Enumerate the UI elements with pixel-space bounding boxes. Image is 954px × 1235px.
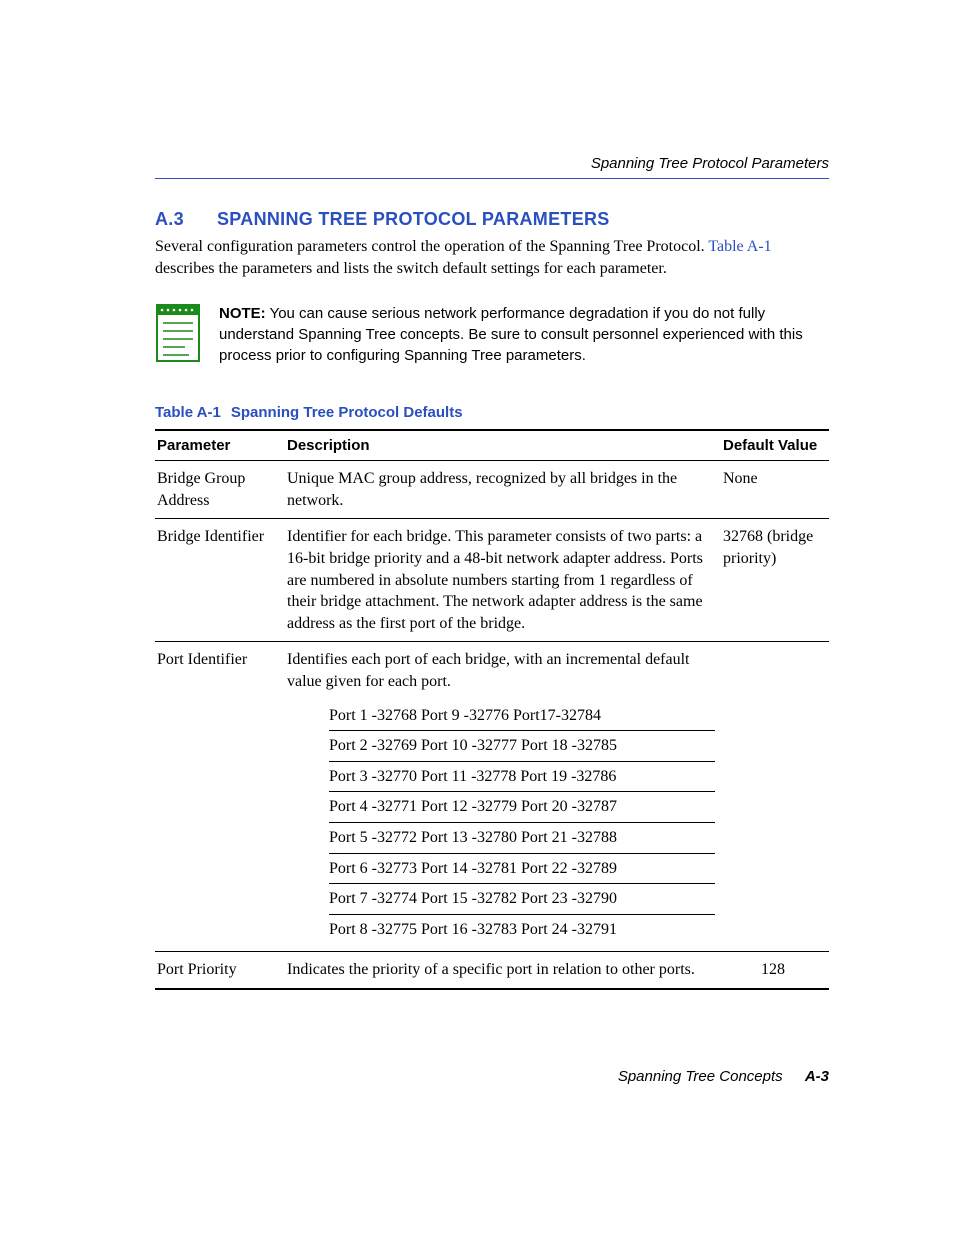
th-default-value: Default Value [721,430,829,461]
note-text: NOTE: You can cause serious network perf… [219,303,829,366]
defaults-table: Parameter Description Default Value Brid… [155,429,829,990]
footer-page: A-3 [805,1068,829,1085]
table-row: Bridge Group Address Unique MAC group ad… [155,461,829,519]
cell-param: Bridge Identifier [155,519,285,642]
cell-desc-text: Identifies each port of each bridge, wit… [287,649,715,692]
header-rule [155,178,829,179]
table-title-text: Spanning Tree Protocol Defaults [231,404,463,421]
cell-def: 128 [721,952,829,989]
intro-paragraph: Several configuration parameters control… [155,236,829,279]
port-line: Port 1 -32768 Port 9 -32776 Port17-32784 [329,693,715,731]
table-row: Port Identifier Identifies each port of … [155,642,829,952]
cell-param: Port Identifier [155,642,285,952]
note-block: NOTE: You can cause serious network perf… [155,303,829,368]
intro-text-before: Several configuration parameters control… [155,238,708,255]
table-caption: Table A-1 Spanning Tree Protocol Defaults [155,404,829,421]
cell-def: None [721,461,829,519]
footer-title: Spanning Tree Concepts [618,1068,783,1085]
cell-desc: Unique MAC group address, recognized by … [285,461,721,519]
port-line: Port 2 -32769 Port 10 -32777 Port 18 -32… [329,730,715,761]
page-footer: Spanning Tree Concepts A-3 [618,1068,829,1085]
table-row: Port Priority Indicates the priority of … [155,952,829,989]
port-line: Port 6 -32773 Port 14 -32781 Port 22 -32… [329,853,715,884]
port-line: Port 5 -32772 Port 13 -32780 Port 21 -32… [329,822,715,853]
section-heading: A.3SPANNING TREE PROTOCOL PARAMETERS [155,209,829,230]
cell-param: Bridge Group Address [155,461,285,519]
cell-def: 32768 (bridge priority) [721,519,829,642]
cell-desc: Indicates the priority of a specific por… [285,952,721,989]
port-line: Port 4 -32771 Port 12 -32779 Port 20 -32… [329,791,715,822]
th-description: Description [285,430,721,461]
table-number: Table A-1 [155,404,221,421]
table-xref-link[interactable]: Table A-1 [708,238,771,255]
port-line: Port 3 -32770 Port 11 -32778 Port 19 -32… [329,761,715,792]
section-title: SPANNING TREE PROTOCOL PARAMETERS [217,209,610,229]
cell-def [721,642,829,952]
cell-param: Port Priority [155,952,285,989]
port-lines: Port 1 -32768 Port 9 -32776 Port17-32784… [287,693,715,945]
note-body: You can cause serious network performanc… [219,305,803,364]
note-icon [155,303,201,368]
running-head: Spanning Tree Protocol Parameters [155,155,829,172]
th-parameter: Parameter [155,430,285,461]
port-line: Port 7 -32774 Port 15 -32782 Port 23 -32… [329,883,715,914]
intro-text-after: describes the parameters and lists the s… [155,260,667,277]
cell-desc: Identifier for each bridge. This paramet… [285,519,721,642]
port-line: Port 8 -32775 Port 16 -32783 Port 24 -32… [329,914,715,945]
table-row: Bridge Identifier Identifier for each br… [155,519,829,642]
note-label: NOTE: [219,305,266,322]
section-number: A.3 [155,209,217,230]
cell-desc: Identifies each port of each bridge, wit… [285,642,721,952]
